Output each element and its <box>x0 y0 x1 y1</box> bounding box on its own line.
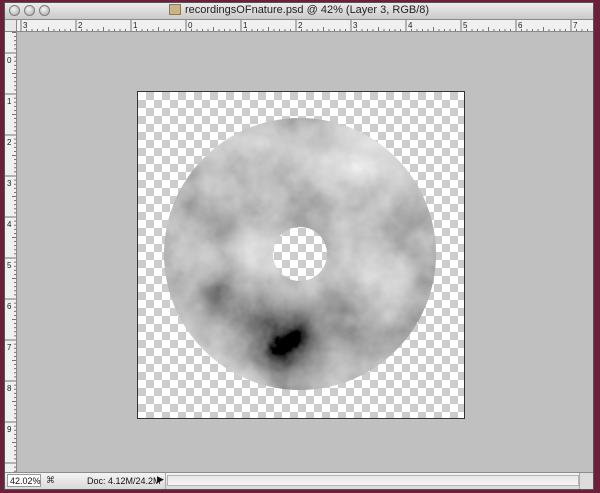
ruler-label: 2 <box>7 138 12 147</box>
document-size: Doc: 4.12M/24.2M <box>87 476 161 486</box>
triangle-right-icon[interactable]: ▶ <box>157 474 164 485</box>
document-window: recordingsOFnature.psd @ 42% (Layer 3, R… <box>4 2 594 490</box>
ruler-label: 6 <box>7 302 12 311</box>
ruler-label: 2 <box>298 21 303 30</box>
ruler-label: 0 <box>7 56 12 65</box>
ruler-origin[interactable] <box>5 20 17 32</box>
ruler-label: 8 <box>7 384 12 393</box>
ruler-label: 1 <box>133 21 138 30</box>
ruler-label: 3 <box>353 21 358 30</box>
ruler-label: 4 <box>408 21 413 30</box>
status-options-icon[interactable]: ⌘ <box>45 475 56 486</box>
ruler-label: 0 <box>188 21 193 30</box>
ruler-label: 5 <box>463 21 468 30</box>
status-bar: 42.02% ⌘ Doc: 4.12M/24.2M ▶ <box>5 472 593 489</box>
cd-disc-layer[interactable] <box>164 118 436 390</box>
ruler-label: 4 <box>7 220 12 229</box>
status-divider <box>165 473 166 489</box>
vertical-ruler[interactable]: 0 1 2 3 4 5 6 7 8 9 <box>5 32 17 473</box>
window-title-container: recordingsOFnature.psd @ 42% (Layer 3, R… <box>5 4 593 16</box>
ruler-label: 5 <box>7 261 12 270</box>
ruler-label: 9 <box>7 425 12 434</box>
document-canvas[interactable] <box>137 91 465 419</box>
title-bar[interactable]: recordingsOFnature.psd @ 42% (Layer 3, R… <box>5 3 593 20</box>
resize-handle[interactable] <box>579 473 593 489</box>
ruler-label: 7 <box>7 343 12 352</box>
ruler-label: 6 <box>518 21 523 30</box>
ruler-label: 7 <box>573 21 578 30</box>
ruler-label: 3 <box>7 179 12 188</box>
canvas-area[interactable] <box>17 32 593 473</box>
ruler-label: 1 <box>243 21 248 30</box>
ruler-label: 2 <box>78 21 83 30</box>
horizontal-ruler[interactable]: 321012345678910 <box>17 20 593 32</box>
ruler-label: 1 <box>7 97 12 106</box>
horizontal-scrollbar[interactable] <box>167 475 579 486</box>
window-title: recordingsOFnature.psd @ 42% (Layer 3, R… <box>184 4 430 16</box>
zoom-level-field[interactable]: 42.02% <box>7 474 41 487</box>
ruler-label: 3 <box>23 21 28 30</box>
psd-document-icon <box>168 4 181 15</box>
